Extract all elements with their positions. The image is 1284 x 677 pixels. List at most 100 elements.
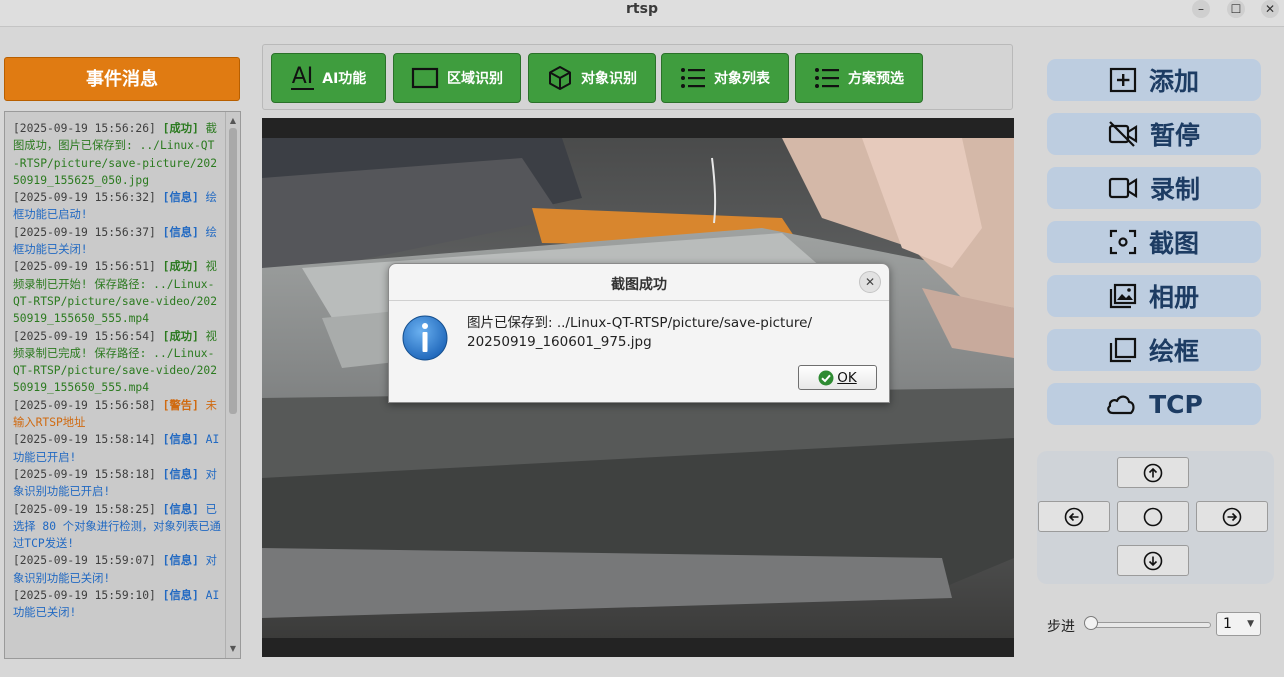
maximize-icon[interactable]: ☐ — [1227, 0, 1245, 18]
draw-box-button[interactable]: 绘框 — [1047, 329, 1261, 371]
log-timestamp: [2025-09-19 15:56:37] — [13, 225, 156, 239]
step-select[interactable]: 1 ▼ — [1216, 612, 1261, 636]
ok-label: OK — [837, 369, 857, 386]
log-timestamp: [2025-09-19 15:58:14] — [13, 433, 156, 447]
tcp-button[interactable]: TCP — [1047, 383, 1261, 425]
dialog-divider — [389, 300, 889, 301]
dialog-message: 图片已保存到: ../Linux-QT-RTSP/picture/save-pi… — [467, 314, 812, 352]
scroll-down-icon[interactable]: ▼ — [226, 642, 240, 656]
log-level-tag: [信息] — [162, 433, 199, 447]
rectangle-icon — [411, 67, 439, 89]
title-bar: rtsp – ☐ ✕ — [0, 0, 1284, 27]
log-timestamp: [2025-09-19 15:56:58] — [13, 398, 156, 412]
log-level-tag: [信息] — [162, 191, 199, 205]
chevron-down-icon: ▼ — [1247, 619, 1254, 629]
screenshot-frame-icon — [1109, 229, 1137, 255]
dialog-close-icon[interactable]: ✕ — [859, 271, 881, 293]
function-toolbar: AI AI功能 区域识别 对象识别 对象列表 方案预选 — [262, 44, 1013, 110]
log-level-tag: [信息] — [162, 589, 199, 603]
record-button[interactable]: 录制 — [1047, 167, 1261, 209]
ai-function-button[interactable]: AI AI功能 — [271, 53, 386, 103]
draw-box-label: 绘框 — [1148, 337, 1199, 366]
event-panel-header: 事件消息 — [4, 57, 240, 101]
ptz-right-button[interactable] — [1196, 501, 1268, 532]
log-entry: [2025-09-19 15:56:26] [成功] 截图成功，图片已保存到: … — [13, 120, 221, 189]
scheme-preset-button[interactable]: 方案预选 — [795, 53, 923, 103]
ptz-down-button[interactable] — [1117, 545, 1189, 576]
log-entry: [2025-09-19 15:59:07] [信息] 对象识别功能已关闭! — [13, 552, 221, 587]
log-timestamp: [2025-09-19 15:58:18] — [13, 467, 156, 481]
ptz-up-button[interactable] — [1117, 457, 1189, 488]
screenshot-success-dialog: 截图成功 ✕ 图片已保存到: ../Linux-QT-RTSP/picture/… — [388, 263, 890, 403]
tcp-label: TCP — [1149, 389, 1203, 419]
video-camera-icon — [1108, 177, 1138, 199]
log-timestamp: [2025-09-19 15:56:26] — [13, 122, 156, 135]
dialog-title: 截图成功 — [611, 277, 667, 293]
arrow-right-circle-icon — [1222, 507, 1242, 526]
log-level-tag: [信息] — [162, 554, 199, 568]
check-icon — [818, 370, 834, 385]
ptz-center-button[interactable] — [1117, 501, 1189, 532]
log-entry: [2025-09-19 15:56:32] [信息] 绘框功能已启动! — [13, 189, 221, 224]
log-entry: [2025-09-19 15:56:54] [成功] 视频录制已完成! 保存路径… — [13, 328, 221, 397]
log-entry: [2025-09-19 15:58:14] [信息] AI功能已开启! — [13, 431, 221, 466]
log-level-tag: [信息] — [162, 225, 199, 239]
log-level-tag: [信息] — [162, 502, 199, 516]
log-timestamp: [2025-09-19 15:56:54] — [13, 329, 156, 343]
minimize-icon[interactable]: – — [1192, 0, 1210, 18]
image-gallery-icon — [1109, 283, 1137, 309]
album-button[interactable]: 相册 — [1047, 275, 1261, 317]
add-box-icon — [1109, 67, 1137, 93]
circle-icon — [1143, 507, 1163, 526]
object-list-button[interactable]: 对象列表 — [661, 53, 789, 103]
log-timestamp: [2025-09-19 15:56:51] — [13, 260, 156, 274]
step-slider-track[interactable] — [1088, 622, 1211, 628]
log-timestamp: [2025-09-19 15:58:25] — [13, 502, 156, 516]
log-level-tag: [成功] — [162, 329, 199, 343]
log-level-tag: [警告] — [162, 398, 199, 412]
log-timestamp: [2025-09-19 15:56:32] — [13, 191, 156, 205]
ptz-control-pad — [1037, 451, 1274, 584]
info-icon — [402, 315, 448, 361]
arrow-down-circle-icon — [1143, 551, 1163, 570]
add-label: 添加 — [1148, 67, 1199, 96]
ai-function-label: AI功能 — [322, 71, 367, 87]
log-entry: [2025-09-19 15:56:51] [成功] 视频录制已开始! 保存路径… — [13, 258, 221, 327]
pause-button[interactable]: 暂停 — [1047, 113, 1261, 155]
object-recognition-label: 对象识别 — [581, 71, 637, 87]
log-entry: [2025-09-19 15:58:18] [信息] 对象识别功能已开启! — [13, 466, 221, 501]
log-entry: [2025-09-19 15:59:10] [信息] AI功能已关闭! — [13, 587, 221, 622]
close-icon[interactable]: ✕ — [1261, 0, 1279, 18]
pause-label: 暂停 — [1149, 121, 1200, 150]
add-button[interactable]: 添加 — [1047, 59, 1261, 101]
screenshot-button[interactable]: 截图 — [1047, 221, 1261, 263]
ptz-left-button[interactable] — [1038, 501, 1110, 532]
list-icon — [815, 68, 839, 88]
log-scrollbar[interactable]: ▲ ▼ — [225, 112, 240, 658]
dialog-message-line2: 20250919_160601_975.jpg — [467, 334, 652, 350]
scrollbar-thumb[interactable] — [229, 128, 237, 414]
scroll-up-icon[interactable]: ▲ — [226, 114, 240, 128]
step-label: 步进 — [1047, 619, 1075, 635]
object-recognition-button[interactable]: 对象识别 — [528, 53, 656, 103]
step-slider-handle[interactable] — [1084, 616, 1098, 630]
cloud-icon — [1107, 395, 1135, 415]
event-log[interactable]: [2025-09-19 15:56:26] [成功] 截图成功，图片已保存到: … — [4, 111, 241, 659]
album-label: 相册 — [1148, 283, 1199, 312]
arrow-up-circle-icon — [1143, 463, 1163, 482]
window-title: rtsp — [626, 1, 658, 17]
region-recognition-button[interactable]: 区域识别 — [393, 53, 521, 103]
event-log-content: [2025-09-19 15:56:26] [成功] 截图成功，图片已保存到: … — [13, 120, 221, 622]
log-timestamp: [2025-09-19 15:59:07] — [13, 554, 156, 568]
video-off-icon — [1108, 121, 1138, 147]
dialog-message-line1: 图片已保存到: ../Linux-QT-RTSP/picture/save-pi… — [467, 315, 812, 331]
record-label: 录制 — [1149, 175, 1200, 204]
log-entry: [2025-09-19 15:56:37] [信息] 绘框功能已关闭! — [13, 224, 221, 259]
log-entry: [2025-09-19 15:56:58] [警告] 未输入RTSP地址 — [13, 397, 221, 432]
cube-icon — [549, 66, 571, 90]
ok-button[interactable]: OK — [798, 365, 877, 390]
log-timestamp: [2025-09-19 15:59:10] — [13, 589, 156, 603]
log-level-tag: [信息] — [162, 467, 199, 481]
log-level-tag: [成功] — [162, 122, 199, 135]
object-list-label: 对象列表 — [714, 71, 770, 87]
